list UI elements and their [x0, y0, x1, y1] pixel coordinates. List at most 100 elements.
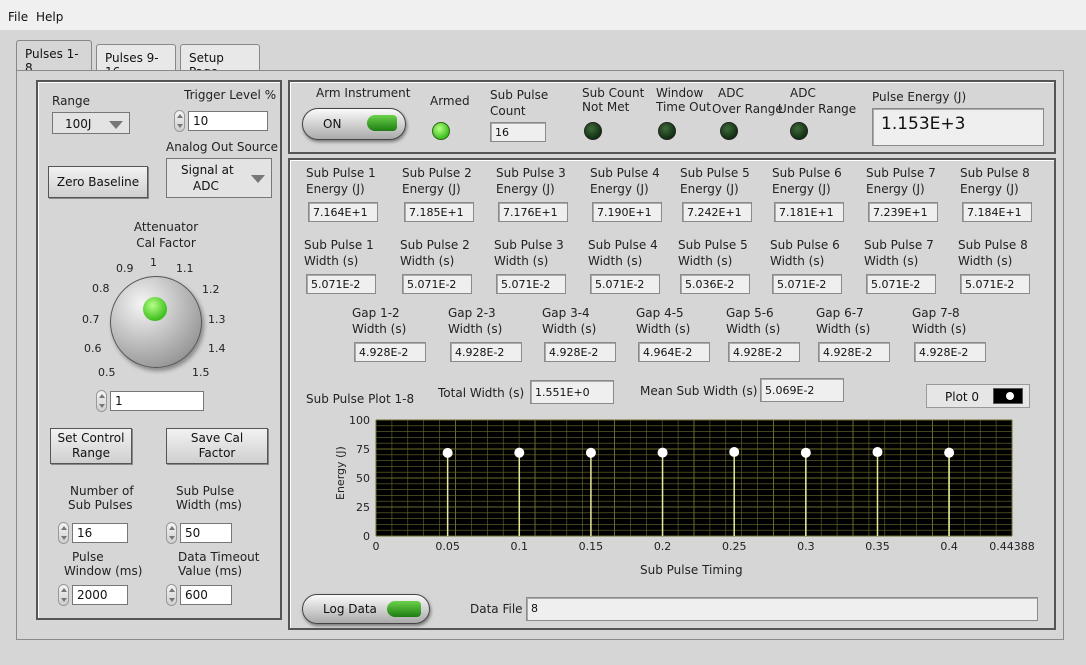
data-file-path[interactable]: 8 [526, 597, 1038, 621]
tab-pulses-1-8[interactable]: Pulses 1-8 [16, 40, 92, 75]
sub-pulse-energy-unit-label: Energy (J) [496, 182, 555, 196]
sub-pulse-energy-label: Sub Pulse 7 [866, 166, 936, 180]
sub-pulse-energy-value: 7.190E+1 [592, 202, 662, 222]
pulse-window-spinner[interactable] [58, 584, 69, 606]
cal-factor-input[interactable]: 1 [110, 391, 204, 411]
gap-width-label: Gap 4-5 [636, 306, 684, 320]
plot-legend[interactable]: Plot 0 [926, 384, 1030, 408]
sub-pulse-width-input[interactable]: 50 [180, 523, 232, 543]
trigger-level-input[interactable]: 10 [188, 111, 268, 131]
gap-width-value: 4.928E-2 [544, 342, 616, 362]
knob-indicator-icon [143, 297, 167, 321]
sub-pulse-width-label-2: Width (ms) [176, 498, 242, 512]
y-tick-label: 25 [356, 501, 370, 514]
num-sub-pulses-input[interactable]: 16 [72, 523, 128, 543]
sub-count-not-met-label-2: Not Met [582, 100, 630, 114]
log-data-toggle[interactable]: Log Data [302, 594, 430, 624]
analog-out-label: Analog Out Source [166, 140, 279, 154]
gap-width-unit-label: Width (s) [912, 322, 967, 336]
tab-setup-page[interactable]: Setup Page [180, 44, 260, 79]
cal-factor-label: Cal Factor [136, 236, 196, 250]
sub-pulse-width-value: 5.071E-2 [866, 274, 936, 294]
range-dropdown[interactable]: 100J [52, 112, 130, 134]
sub-pulse-energy-value: 7.164E+1 [308, 202, 378, 222]
save-cal-factor-line1: Save Cal [190, 431, 244, 445]
gap-width-label: Gap 3-4 [542, 306, 590, 320]
sub-pulse-width-unit-label: Width (s) [400, 254, 455, 268]
sub-pulse-energy-unit-label: Energy (J) [772, 182, 831, 196]
y-tick-label: 100 [349, 414, 370, 427]
knob-tick: 1 [150, 256, 157, 269]
mean-width-value: 5.069E-2 [760, 378, 844, 402]
data-point [514, 447, 525, 458]
gap-width-label: Gap 1-2 [352, 306, 400, 320]
x-tick-label: 0.25 [722, 540, 747, 553]
data-point [657, 447, 668, 458]
sub-pulse-width-spinner[interactable] [166, 522, 177, 544]
sub-pulse-width-label: Sub Pulse 4 [588, 238, 658, 252]
gap-width-value: 4.928E-2 [450, 342, 522, 362]
gap-width-label: Gap 2-3 [448, 306, 496, 320]
sub-pulse-energy-value: 7.239E+1 [868, 202, 938, 222]
menu-bar: File Help [0, 0, 1086, 30]
cal-factor-spinner[interactable] [96, 390, 107, 412]
gap-width-unit-label: Width (s) [726, 322, 781, 336]
pulse-window-label-1: Pulse [72, 550, 104, 564]
knob-tick: 0.6 [84, 342, 102, 355]
adc-under-label-1: ADC [790, 86, 816, 100]
knob-tick: 0.7 [82, 313, 100, 326]
x-tick-label: 0.2 [654, 540, 672, 553]
sub-pulse-width-label-1: Sub Pulse [176, 484, 235, 498]
knob-tick: 1.3 [208, 313, 226, 326]
sub-pulse-width-label: Sub Pulse 6 [770, 238, 840, 252]
sub-pulse-width-label: Sub Pulse 8 [958, 238, 1028, 252]
num-sub-pulses-label-1: Number of [70, 484, 134, 498]
num-sub-pulses-spinner[interactable] [58, 522, 69, 544]
sub-pulse-energy-value: 7.185E+1 [404, 202, 474, 222]
total-width-label: Total Width (s) [438, 386, 525, 400]
sub-pulse-width-label: Sub Pulse 3 [494, 238, 564, 252]
data-file-label: Data File [470, 602, 523, 616]
trigger-level-spinner[interactable] [174, 110, 185, 132]
gap-width-label: Gap 5-6 [726, 306, 774, 320]
sub-pulse-energy-unit-label: Energy (J) [680, 182, 739, 196]
gap-width-value: 4.928E-2 [354, 342, 426, 362]
save-cal-factor-button[interactable]: Save Cal Factor [166, 428, 268, 464]
chevron-down-icon [109, 121, 123, 129]
sub-pulse-width-value: 5.071E-2 [496, 274, 566, 294]
menu-help[interactable]: Help [36, 10, 63, 24]
zero-baseline-button[interactable]: Zero Baseline [48, 166, 148, 198]
sub-pulse-width-value: 5.071E-2 [590, 274, 660, 294]
attenuator-knob[interactable] [110, 276, 202, 368]
menu-file[interactable]: File [8, 10, 28, 24]
sub-pulse-width-value: 5.036E-2 [680, 274, 750, 294]
pulse-window-label-2: Window (ms) [64, 564, 143, 578]
window-timeout-label-2: Time Out [656, 100, 711, 114]
y-axis-label: Energy (J) [334, 446, 347, 500]
x-tick-label: 0.05 [435, 540, 460, 553]
arm-instrument-label: Arm Instrument [316, 86, 411, 100]
sub-pulse-energy-unit-label: Energy (J) [590, 182, 649, 196]
sub-pulse-width-unit-label: Width (s) [958, 254, 1013, 268]
pulse-window-input[interactable]: 2000 [72, 585, 128, 605]
gap-width-unit-label: Width (s) [352, 322, 407, 336]
set-control-range-button[interactable]: Set Control Range [50, 428, 132, 464]
sub-pulse-energy-label: Sub Pulse 2 [402, 166, 472, 180]
data-timeout-spinner[interactable] [166, 584, 177, 606]
sub-pulse-width-unit-label: Width (s) [304, 254, 359, 268]
adc-under-label-2: Under Range [778, 102, 857, 116]
num-sub-pulses-label-2: Sub Pulses [68, 498, 133, 512]
sub-pulse-energy-label: Sub Pulse 8 [960, 166, 1030, 180]
sub-pulse-energy-value: 7.184E+1 [962, 202, 1032, 222]
sub-pulse-width-label: Sub Pulse 7 [864, 238, 934, 252]
sub-pulse-energy-unit-label: Energy (J) [306, 182, 365, 196]
gap-width-value: 4.928E-2 [914, 342, 986, 362]
mean-width-label: Mean Sub Width (s) [640, 384, 758, 398]
arm-instrument-toggle[interactable]: ON [302, 108, 406, 140]
analog-out-value-line1: Signal at [181, 163, 234, 177]
analog-out-dropdown[interactable]: Signal at ADC [166, 158, 272, 198]
x-tick-label: 0.3 [797, 540, 815, 553]
adc-under-range-led [790, 122, 808, 140]
data-timeout-input[interactable]: 600 [180, 585, 232, 605]
tab-pulses-9-16[interactable]: Pulses 9-16 [96, 44, 176, 79]
